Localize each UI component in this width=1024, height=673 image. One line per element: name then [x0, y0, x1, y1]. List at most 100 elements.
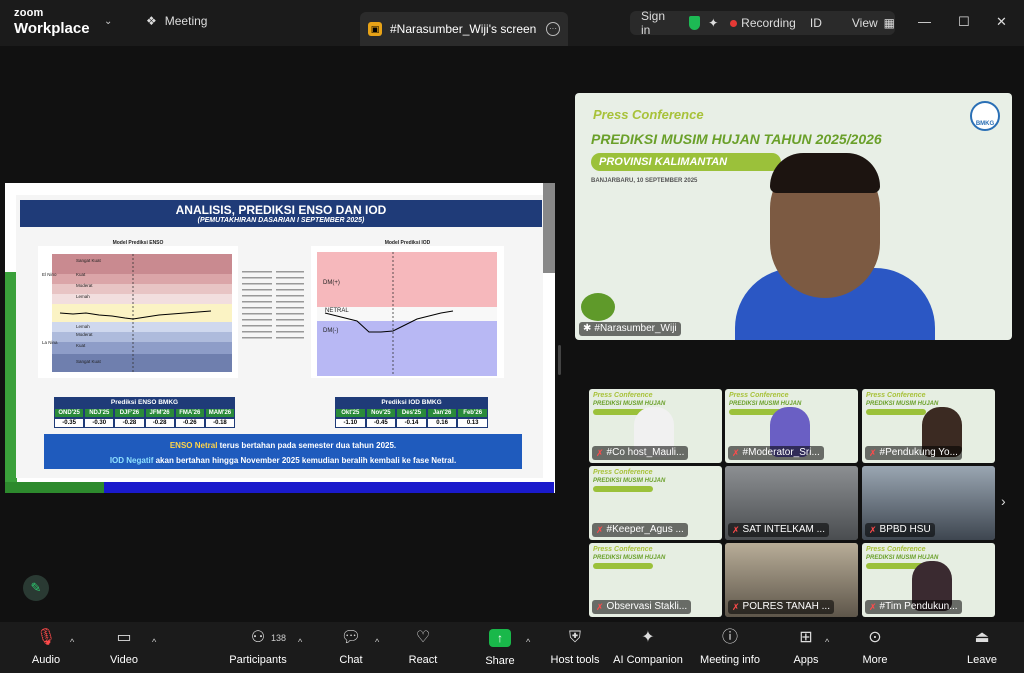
enso-table-title: Prediksi ENSO BMKG — [54, 397, 235, 408]
slide-summary: ENSO Netral terus bertahan pada semester… — [44, 434, 522, 469]
participant-name-tag: ✗ BPBD HSU — [865, 523, 935, 537]
meeting-status-group: Sign in ✦ Recording ID View ▦ — [630, 9, 895, 37]
participant-name-tag: ✗ POLRES TANAH ... — [728, 600, 834, 614]
participant-tile[interactable]: ✗ POLRES TANAH ... — [725, 543, 858, 617]
host-tools-button[interactable]: ⛨ Host tools — [549, 628, 601, 666]
participant-tile[interactable]: ✗ SAT INTELKAM ... — [725, 466, 858, 540]
participant-tile[interactable]: Press Conference PREDIKSI MUSIM HUJAN ✗ Ob… — [589, 543, 722, 617]
enso-status: ENSO Netral — [169, 441, 218, 450]
iod-chart-title: Model Prediksi IOD — [384, 240, 431, 246]
minimize-icon[interactable]: — — [918, 14, 931, 29]
table-cell: 0.13 — [457, 418, 488, 428]
summary-line-2: akan bertahan hingga November 2025 kemud… — [153, 456, 457, 465]
ai-sparkle-icon[interactable]: ✦ — [708, 16, 718, 30]
mic-off-icon: ✗ — [869, 602, 877, 612]
participant-name-tag: ✗ #Co host_Mauli... — [592, 446, 689, 460]
enso-label: Lemah — [76, 294, 90, 299]
participant-tile[interactable]: Press Conference PREDIKSI MUSIM HUJAN ✗ #M… — [725, 389, 858, 463]
participants-count: 138 — [271, 633, 287, 643]
close-icon[interactable]: ✕ — [996, 14, 1007, 30]
brand-chevron-down-icon[interactable]: ⌄ — [104, 16, 112, 27]
chat-button[interactable]: 💬︎ Chat — [333, 628, 369, 666]
gallery-next-chevron-icon[interactable]: › — [1001, 493, 1006, 509]
enso-label: Moderat — [76, 283, 93, 288]
more-label: More — [862, 654, 888, 666]
enso-legend — [240, 267, 310, 357]
audio-button[interactable]: 🎙︎ Audio — [24, 628, 68, 666]
mic-muted-icon: 🎙︎ — [35, 629, 57, 646]
heart-icon: ♡ — [415, 629, 431, 646]
recording-indicator[interactable]: Recording — [741, 16, 796, 30]
participant-name: BPBD HSU — [879, 524, 931, 535]
speaker-video[interactable]: Press Conference PREDIKSI MUSIM HUJAN TA… — [575, 93, 1012, 340]
video-label: Video — [110, 654, 138, 666]
more-options-icon[interactable]: ··· — [546, 22, 560, 36]
ai-companion-label: AI Companion — [613, 654, 683, 666]
meeting-id-button[interactable]: ID — [810, 16, 822, 30]
enso-label: Moderat — [76, 332, 93, 337]
participant-name-tag: ✗ #Tim Pendukun... — [865, 600, 962, 614]
share-button[interactable]: ↑ Share — [481, 628, 519, 667]
share-options-chevron-icon[interactable]: ^ — [526, 637, 530, 647]
participant-name: POLRES TANAH ... — [742, 601, 830, 612]
maximize-icon[interactable]: ☐ — [958, 14, 970, 30]
apps-button[interactable]: ⊞ Apps — [789, 628, 823, 666]
participant-name-tag: ✗ #Moderator_Sri... — [728, 446, 824, 460]
ai-companion-button[interactable]: ✦ AI Companion — [612, 628, 684, 666]
table-header: Okt'25 — [335, 408, 366, 418]
brand-top: zoom — [14, 7, 44, 19]
table-cell: -0.35 — [54, 418, 85, 428]
table-header: MAM'26 — [204, 408, 236, 418]
slide-subtitle: (PEMUTAKHIRAN DASARIAN I SEPTEMBER 2025) — [197, 217, 365, 224]
shared-screen-edge — [543, 183, 555, 273]
react-button[interactable]: ♡ React — [404, 628, 442, 666]
participant-name: SAT INTELKAM ... — [742, 524, 825, 535]
sign-in-button[interactable]: Sign in — [641, 9, 677, 37]
share-screen-icon: ↑ — [489, 629, 511, 647]
annotate-pencil-icon[interactable]: ✎ — [23, 575, 49, 601]
host-tools-label: Host tools — [550, 654, 600, 666]
participants-label: Participants — [229, 654, 287, 666]
recording-dot-icon — [730, 19, 738, 27]
apps-label: Apps — [793, 654, 819, 666]
chat-options-chevron-icon[interactable]: ^ — [375, 637, 379, 647]
table-cell: -0.14 — [396, 418, 427, 428]
iod-label: DM(-) — [323, 328, 339, 334]
meeting-tab[interactable]: ❖ Meeting — [146, 14, 207, 28]
video-options-chevron-icon[interactable]: ^ — [152, 637, 156, 647]
meeting-tab-label: Meeting — [164, 14, 208, 28]
participant-tile[interactable]: ✗ BPBD HSU — [862, 466, 995, 540]
brand-bottom: Workplace — [14, 20, 90, 37]
enso-prediction-table: Prediksi ENSO BMKG OND'25 NDJ'25 DJF'26 … — [54, 397, 236, 428]
participant-name: #Co host_Mauli... — [606, 447, 685, 458]
paw-icon: ❖ — [146, 14, 157, 28]
leave-button[interactable]: ⏏ Leave — [964, 628, 1000, 666]
iod-chart: Model Prediksi IOD DM(+) NETRAL DM(-) — [311, 240, 504, 378]
participants-options-chevron-icon[interactable]: ^ — [298, 637, 302, 647]
enso-legend-svg — [242, 271, 304, 339]
table-cell: -0.18 — [204, 418, 236, 428]
participant-name-tag: ✗ Observasi Stakli... — [592, 600, 692, 614]
meeting-info-button[interactable]: ⓘ Meeting info — [699, 628, 761, 666]
slide-header: ANALISIS, PREDIKSI ENSO DAN IOD (PEMUTAK… — [20, 200, 542, 227]
encryption-shield-icon[interactable] — [688, 16, 701, 30]
pin-icon: ✱ — [583, 323, 592, 334]
split-divider-handle[interactable] — [558, 345, 561, 375]
participant-tile[interactable]: Press Conference PREDIKSI MUSIM HUJAN ✗ #T… — [862, 543, 995, 617]
enso-label: Sangat Kuat — [76, 359, 101, 364]
iod-status: IOD Negatif — [109, 456, 154, 465]
mic-off-icon: ✗ — [596, 602, 604, 612]
participant-tile[interactable]: Press Conference PREDIKSI MUSIM HUJAN ✗ #P… — [862, 389, 995, 463]
screen-share-tab[interactable]: ▣ #Narasumber_Wiji's screen ··· — [360, 12, 568, 46]
iod-label: DM(+) — [323, 280, 340, 286]
table-header: NDJ'25 — [84, 408, 115, 418]
audio-options-chevron-icon[interactable]: ^ — [70, 637, 74, 647]
view-button[interactable]: View — [852, 16, 878, 30]
participant-tile[interactable]: Press Conference PREDIKSI MUSIM HUJAN ✗ #C… — [589, 389, 722, 463]
participant-tile[interactable]: Press Conference PREDIKSI MUSIM HUJAN ✗ #K… — [589, 466, 722, 540]
apps-options-chevron-icon[interactable]: ^ — [825, 637, 829, 647]
more-button[interactable]: ⊙ More — [858, 628, 892, 666]
video-button[interactable]: ▭ Video — [102, 628, 146, 666]
mic-off-icon: ✗ — [732, 448, 740, 458]
table-header: OND'25 — [54, 408, 85, 418]
